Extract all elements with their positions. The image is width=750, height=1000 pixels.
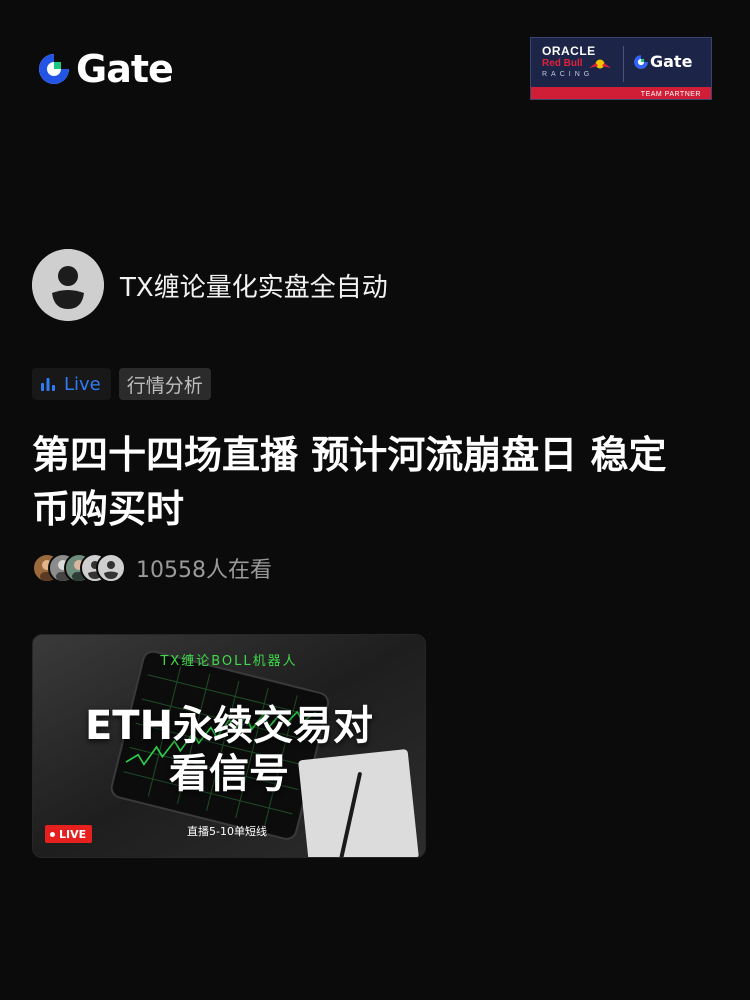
team-partner-badge: ORACLE Red Bull RACING Gate TEAM PARTNER <box>530 37 712 100</box>
viewer-count: 10558人在看 <box>136 558 272 583</box>
bar-chart-icon <box>41 378 55 391</box>
thumbnail-headline-line1: ETH永续交易对 <box>84 703 374 749</box>
redbull-bulls-icon <box>589 59 611 69</box>
live-dot-icon <box>50 831 55 837</box>
live-badge: LIVE <box>45 825 93 843</box>
post-title: 第四十四场直播 预计河流崩盘日 稳定币购买时 <box>32 433 667 531</box>
viewer-avatars <box>32 553 126 583</box>
partner-gate-text: Gate <box>650 52 693 71</box>
brand-name: Gate <box>76 47 174 91</box>
thumbnail-subtitle: TX缠论BOLL机器人 <box>160 654 298 669</box>
thumbnail-caption: 直播5-10单短线 <box>187 825 267 838</box>
author-name[interactable]: TX缠论量化实盘全自动 <box>120 267 388 304</box>
viewer-avatar <box>96 553 126 583</box>
gate-logo[interactable]: Gate <box>36 47 174 91</box>
live-stream-thumbnail[interactable]: TX缠论BOLL机器人 ETH永续交易对 看信号 LIVE 直播5-10单短线 <box>32 634 426 858</box>
partner-racing-text: RACING <box>542 71 594 78</box>
partner-band-text: TEAM PARTNER <box>640 91 701 98</box>
default-avatar-icon[interactable] <box>32 249 104 321</box>
category-tag[interactable]: 行情分析 <box>118 368 211 400</box>
author-row[interactable]: TX缠论量化实盘全自动 <box>32 249 388 321</box>
live-tag-label: Live <box>64 373 101 395</box>
partner-gate-logo: Gate <box>633 52 692 71</box>
gate-logo-icon <box>634 54 648 69</box>
thumbnail-headline-line2: 看信号 <box>169 751 289 797</box>
partner-redbull-text: Red Bull <box>542 58 583 69</box>
partner-oracle-text: ORACLE <box>542 44 596 58</box>
viewers-row: 10558人在看 <box>32 552 272 584</box>
live-badge-label: LIVE <box>59 827 87 841</box>
gate-logo-icon <box>39 54 69 84</box>
post-tags: Live 行情分析 <box>32 368 211 400</box>
partner-divider <box>623 46 624 82</box>
live-tag[interactable]: Live <box>32 368 111 400</box>
thumbnail-headline: ETH永续交易对 看信号 <box>33 702 425 798</box>
